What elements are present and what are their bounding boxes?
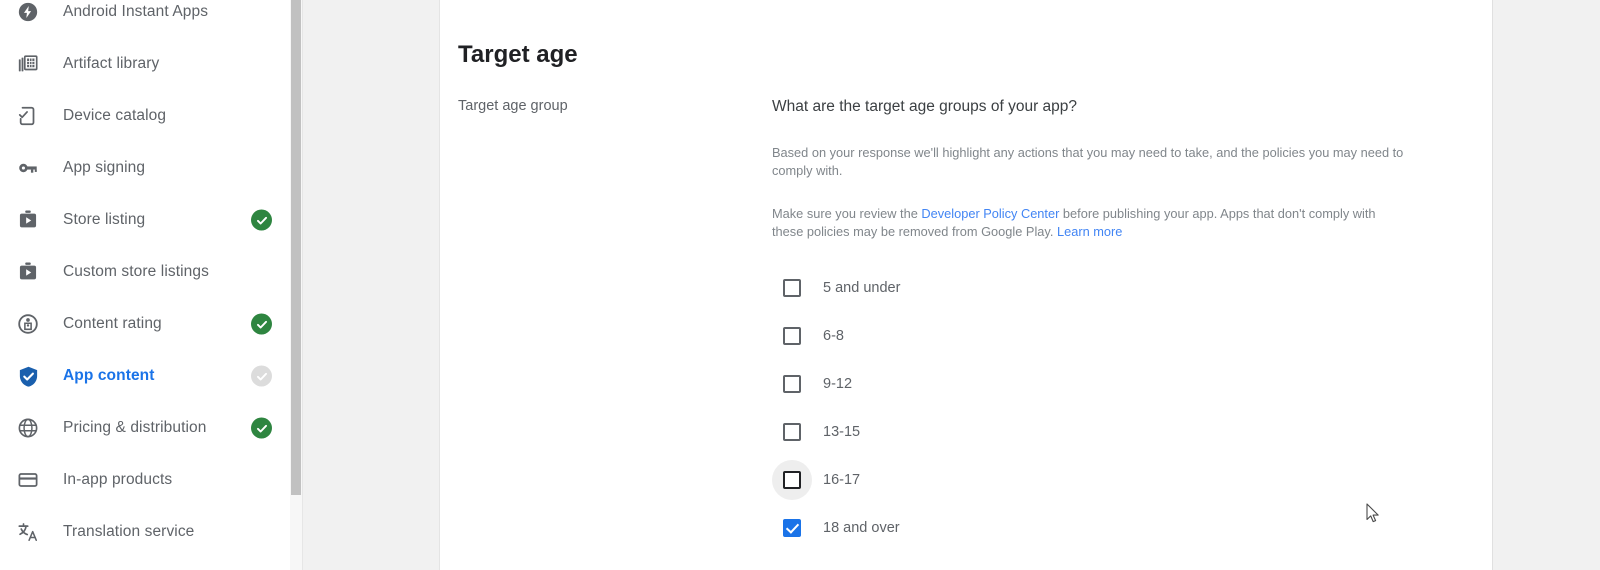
right-page-background xyxy=(1493,0,1600,570)
sidebar-item-label: Artifact library xyxy=(63,54,159,74)
sidebar-item-pricing-distribution[interactable]: Pricing & distribution xyxy=(0,402,290,454)
question-title: What are the target age groups of your a… xyxy=(772,96,1432,118)
globe-icon xyxy=(16,416,40,440)
checkbox-unchecked-icon xyxy=(783,327,801,345)
sidebar-item-android-instant-apps[interactable]: Android Instant Apps xyxy=(0,0,290,38)
checkbox-5-and-under[interactable] xyxy=(772,268,812,308)
checkbox-16-17[interactable] xyxy=(772,460,812,500)
play-console-app-content-page: Android Instant Apps Artifact library Devi… xyxy=(0,0,1600,570)
status-badge-complete xyxy=(251,418,272,439)
credit-card-icon xyxy=(16,468,40,492)
status-badge-complete xyxy=(251,210,272,231)
page-title: Target age xyxy=(458,39,578,71)
age-group-checkbox-row[interactable]: 6-8 xyxy=(772,312,1392,360)
age-group-label: 18 and over xyxy=(823,518,900,538)
content-gutter xyxy=(304,0,440,570)
paragraph2-text-before: Make sure you review the xyxy=(772,206,921,221)
store-listing-icon xyxy=(16,208,40,232)
sidebar-item-custom-store-listings[interactable]: Custom store listings xyxy=(0,246,290,298)
age-group-label: 16-17 xyxy=(823,470,860,490)
sidebar-item-label: Pricing & distribution xyxy=(63,418,207,438)
checkbox-unchecked-icon xyxy=(783,471,801,489)
age-group-checkbox-row[interactable]: 5 and under xyxy=(772,264,1392,312)
main-content-card: Target age Target age group What are the… xyxy=(440,0,1493,570)
age-group-label: 13-15 xyxy=(823,422,860,442)
sidebar-scrollbar-thumb[interactable] xyxy=(291,0,301,495)
sidebar-item-in-app-products[interactable]: In-app products xyxy=(0,454,290,506)
sidebar-item-device-catalog[interactable]: Device catalog xyxy=(0,90,290,142)
sidebar-item-store-listing[interactable]: Store listing xyxy=(0,194,290,246)
instant-apps-icon xyxy=(16,0,40,24)
content-rating-icon xyxy=(16,312,40,336)
sidebar-item-label: In-app products xyxy=(63,470,172,490)
sidebar-item-label: Device catalog xyxy=(63,106,166,126)
store-listing-icon xyxy=(16,260,40,284)
developer-policy-center-link[interactable]: Developer Policy Center xyxy=(921,206,1059,221)
checkbox-18-and-over[interactable] xyxy=(772,508,812,548)
checkbox-unchecked-icon xyxy=(783,279,801,297)
age-group-checkbox-row[interactable]: 16-17 xyxy=(772,456,1392,504)
sidebar-scrollbar[interactable] xyxy=(290,0,303,570)
description-paragraph-2: Make sure you review the Developer Polic… xyxy=(772,205,1404,240)
status-badge-pending xyxy=(251,366,272,387)
left-sidebar-nav: Android Instant Apps Artifact library Devi… xyxy=(0,0,290,570)
sidebar-item-label: Store listing xyxy=(63,210,145,230)
sidebar-item-label: Translation service xyxy=(63,522,194,542)
sidebar-item-label: Custom store listings xyxy=(63,262,209,282)
sidebar-item-app-signing[interactable]: App signing xyxy=(0,142,290,194)
sidebar-item-label: Android Instant Apps xyxy=(63,2,208,22)
description-paragraph-1: Based on your response we'll highlight a… xyxy=(772,144,1404,179)
status-badge-complete xyxy=(251,314,272,335)
age-group-label: 5 and under xyxy=(823,278,900,298)
age-group-label: 9-12 xyxy=(823,374,852,394)
device-catalog-icon xyxy=(16,104,40,128)
sidebar-item-label: Content rating xyxy=(63,314,162,334)
age-group-checkbox-row[interactable]: 13-15 xyxy=(772,408,1392,456)
learn-more-link[interactable]: Learn more xyxy=(1057,224,1122,239)
checkbox-unchecked-icon xyxy=(783,375,801,393)
artifact-library-icon xyxy=(16,52,40,76)
age-group-label: 6-8 xyxy=(823,326,844,346)
checkbox-13-15[interactable] xyxy=(772,412,812,452)
age-group-checkbox-row[interactable]: 9-12 xyxy=(772,360,1392,408)
shield-check-icon xyxy=(16,364,40,388)
sidebar-item-label: App signing xyxy=(63,158,145,178)
age-group-checkbox-row[interactable]: 18 and over xyxy=(772,504,1392,552)
sidebar-item-list: Android Instant Apps Artifact library Devi… xyxy=(0,0,290,558)
section-label-target-age-group: Target age group xyxy=(458,96,568,116)
checkbox-checked-icon xyxy=(783,519,801,537)
sidebar-item-label: App content xyxy=(63,366,155,386)
sidebar-item-app-content[interactable]: App content xyxy=(0,350,290,402)
checkbox-unchecked-icon xyxy=(783,423,801,441)
sidebar-item-translation-service[interactable]: Translation service xyxy=(0,506,290,558)
checkbox-9-12[interactable] xyxy=(772,364,812,404)
sidebar-item-content-rating[interactable]: Content rating xyxy=(0,298,290,350)
checkbox-6-8[interactable] xyxy=(772,316,812,356)
question-block: What are the target age groups of your a… xyxy=(772,96,1432,240)
age-group-checkbox-list: 5 and under 6-8 9-12 13-15 16-17 18 and over xyxy=(772,264,1392,552)
translate-icon xyxy=(16,520,40,544)
sidebar-item-artifact-library[interactable]: Artifact library xyxy=(0,38,290,90)
key-icon xyxy=(16,156,40,180)
